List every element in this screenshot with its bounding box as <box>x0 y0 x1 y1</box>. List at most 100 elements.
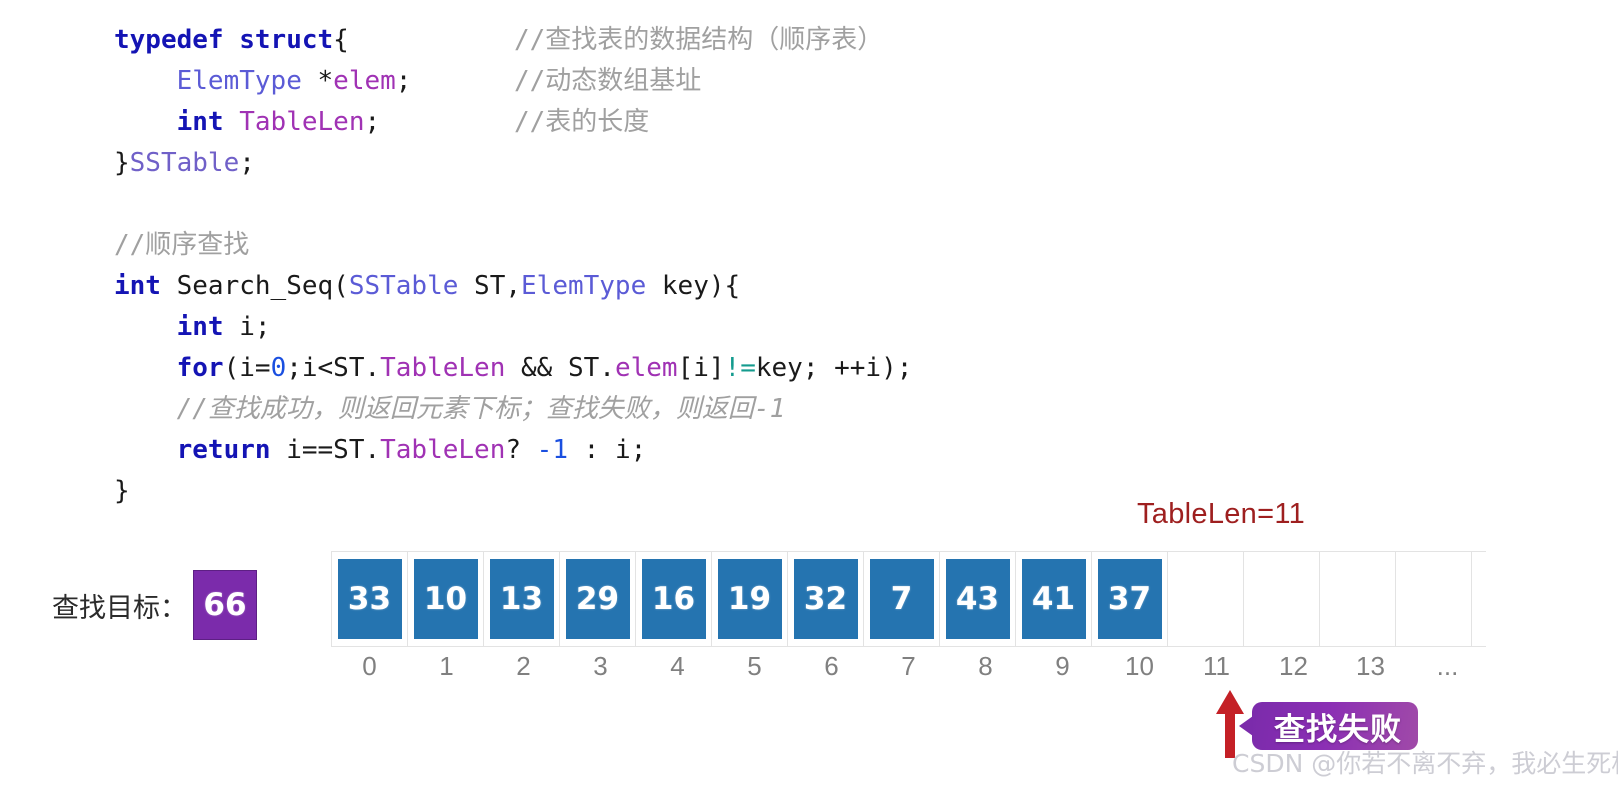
array-cell-empty <box>1320 552 1396 646</box>
array-index-label: 2 <box>516 651 531 681</box>
code-line: } <box>114 471 912 512</box>
array-cell: 19 <box>712 552 788 646</box>
array-cell-empty <box>1396 552 1472 646</box>
code-line: return i==ST.TableLen? -1 : i; <box>114 430 912 471</box>
array-cells-row: 33 10 13 29 16 19 32 7 43 41 37 <box>331 551 1486 647</box>
array-index-label: 4 <box>670 651 685 681</box>
code-line: ElemType *elem; //动态数组基址 <box>114 61 912 102</box>
array-cell: 43 <box>940 552 1016 646</box>
code-token: ST, <box>458 271 522 301</box>
code-token: 0 <box>270 353 287 383</box>
array-index-label: 13 <box>1356 651 1385 681</box>
array-index-label: 3 <box>593 651 608 681</box>
code-token: key){ <box>646 271 741 301</box>
code-token: i; <box>223 312 271 342</box>
array-index-label: 8 <box>978 651 993 681</box>
code-token: ; <box>395 66 412 96</box>
array-cell: 37 <box>1092 552 1168 646</box>
array-cell-value: 37 <box>1097 559 1162 639</box>
search-target-label: 查找目标： <box>52 592 187 624</box>
callout-tail-icon <box>1239 716 1253 736</box>
code-token: -1 <box>536 435 568 465</box>
array-cell-value: 43 <box>945 559 1010 639</box>
code-token: int <box>114 271 161 301</box>
array-cell-empty <box>1168 552 1244 646</box>
code-token: [i] <box>677 353 725 383</box>
code-token: elem <box>614 353 678 383</box>
array-cell-value: 32 <box>793 559 858 639</box>
code-line: int TableLen; //表的长度 <box>114 102 912 143</box>
code-token: { <box>333 25 349 55</box>
array-index-label: 6 <box>824 651 839 681</box>
array-cell: 29 <box>560 552 636 646</box>
array-cell-value: 19 <box>717 559 782 639</box>
code-token: != <box>724 353 756 383</box>
code-token: key; ++i); <box>755 353 913 383</box>
code-token: * <box>301 66 334 96</box>
code-token: SSTable <box>129 148 240 178</box>
code-listing: typedef struct{//查找表的数据结构（顺序表） ElemType … <box>114 20 912 512</box>
array-cell: 7 <box>864 552 940 646</box>
code-token: ; <box>364 107 381 137</box>
csdn-watermark: CSDN @你若不离不弃，我必生死相依 <box>1232 749 1618 778</box>
code-line: //顺序查找 <box>114 225 912 266</box>
code-token: int <box>176 312 224 342</box>
code-comment: //查找表的数据结构（顺序表） <box>514 25 884 55</box>
array-index-label: 5 <box>747 651 762 681</box>
array-cell-value <box>1326 559 1390 639</box>
code-line: typedef struct{ //查找表的数据结构（顺序表） <box>114 20 912 61</box>
code-token: TableLen <box>380 435 506 465</box>
code-token: (i= <box>223 353 271 383</box>
array-index-label: 11 <box>1203 651 1230 681</box>
code-token: ? <box>505 435 537 465</box>
array-cell-value: 41 <box>1021 559 1086 639</box>
array-cell-value <box>1174 559 1238 639</box>
array-cell-value: 7 <box>869 559 934 639</box>
array-cell-empty <box>1244 552 1320 646</box>
array-index-label: ... <box>1436 651 1459 681</box>
array-cell: 33 <box>332 552 408 646</box>
search-target-value-box: 66 <box>193 570 257 640</box>
code-token: struct <box>239 25 334 55</box>
array-cell: 13 <box>484 552 560 646</box>
array-index-label: 1 <box>439 651 454 681</box>
code-token: for <box>176 353 224 383</box>
array-cell-value: 33 <box>337 559 402 639</box>
code-token: ElemType <box>521 271 647 301</box>
array-cell-value: 10 <box>413 559 478 639</box>
code-token: //查找成功，则返回元素下标；查找失败，则返回-1 <box>176 394 786 424</box>
code-comment: //动态数组基址 <box>514 66 702 96</box>
array-index-label: 10 <box>1125 651 1154 681</box>
code-line: for(i=0;i<ST.TableLen && ST.elem[i]!=key… <box>114 348 913 389</box>
code-token: : i; <box>567 435 647 465</box>
code-token: elem <box>333 66 396 96</box>
code-token: TableLen <box>239 107 365 137</box>
code-token: typedef <box>114 25 240 55</box>
code-comment: //表的长度 <box>514 107 650 137</box>
code-token: Search_Seq( <box>160 271 349 301</box>
array-index-label: 7 <box>901 651 916 681</box>
fail-callout-bubble: 查找失败 <box>1239 702 1418 750</box>
code-token: } <box>114 148 130 178</box>
code-token: } <box>114 476 130 506</box>
array-cell-value <box>1250 559 1314 639</box>
array-cell: 32 <box>788 552 864 646</box>
fail-callout-label: 查找失败 <box>1274 711 1402 748</box>
array-index-row: 0 1 2 3 4 5 6 7 8 9 10 11 12 13... <box>331 651 1486 682</box>
array-index-label: 12 <box>1279 651 1308 681</box>
code-token: ;i<ST. <box>286 353 381 383</box>
code-token: return <box>176 435 271 465</box>
code-token: //顺序查找 <box>114 230 250 260</box>
search-target-group: 查找目标： 66 <box>52 570 257 640</box>
array-diagram: 33 10 13 29 16 19 32 7 43 41 37 0 1 2 3 4 5 6 7 8 9 10 11 12 13… <box>331 551 1486 682</box>
array-cell: 10 <box>408 552 484 646</box>
code-line: }SSTable; <box>114 143 912 184</box>
code-line: int i; <box>114 307 912 348</box>
